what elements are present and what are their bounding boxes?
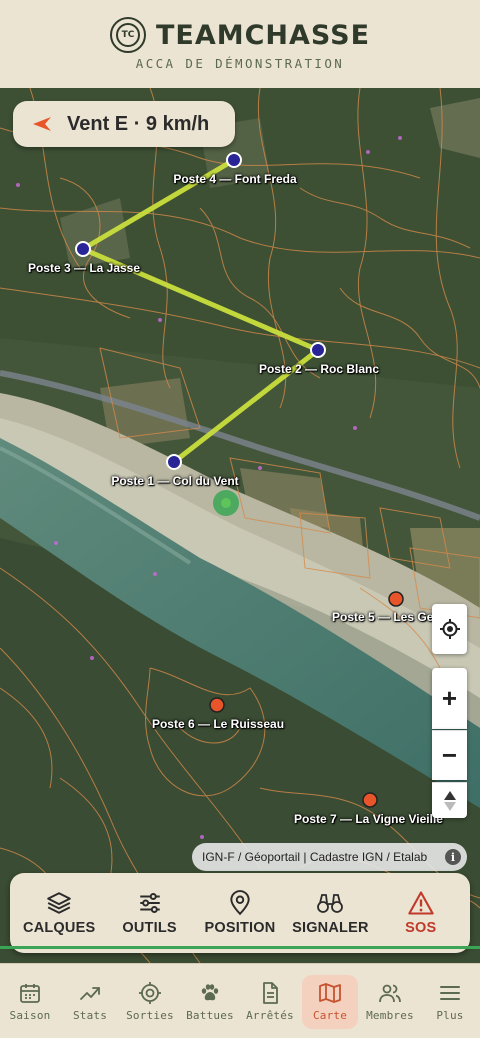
nav-label-carte: Carte — [312, 1008, 348, 1022]
poste-1-marker — [166, 454, 182, 470]
map-icon — [319, 982, 341, 1003]
outils-label: OUTILS — [122, 920, 177, 936]
poste-4-label[interactable]: Poste 4 — Font Freda — [173, 172, 296, 186]
divider-line — [0, 946, 480, 949]
nav-item-sorties[interactable]: Sorties — [120, 964, 180, 1038]
wind-text: Vent E · 9 km/h — [67, 112, 210, 135]
brand: TC TEAMCHASSE — [0, 16, 480, 54]
info-icon[interactable]: i — [445, 849, 461, 865]
nav-label-battues: Battues — [186, 1008, 234, 1022]
satellite-map — [0, 88, 480, 963]
poste-2-label[interactable]: Poste 2 — Roc Blanc — [259, 362, 379, 376]
wind-indicator: Vent E · 9 km/h — [13, 101, 235, 147]
nav-item-battues[interactable]: Battues — [180, 964, 240, 1038]
map-view[interactable]: Vent E · 9 km/h Poste 4 — Font Freda Pos… — [0, 88, 480, 963]
sos-label: SOS — [405, 920, 437, 936]
document-icon — [263, 981, 278, 1004]
poste-4-marker — [226, 152, 242, 168]
app-header: TC TEAMCHASSE ACCA DE DÉMONSTRATION — [0, 0, 480, 88]
poste-3-marker — [75, 241, 91, 257]
nav-label-plus: Plus — [436, 1008, 464, 1022]
poste-1-label[interactable]: Poste 1 — Col du Vent — [111, 474, 238, 488]
sliders-icon — [139, 893, 160, 913]
logo: TC — [109, 17, 146, 53]
calendar-icon — [20, 983, 40, 1003]
paw-icon — [201, 983, 219, 1000]
compass-button[interactable] — [432, 782, 467, 818]
poste-2-marker — [310, 342, 326, 358]
map-attribution: IGN-F / Géoportail | Cadastre IGN / Etal… — [192, 843, 467, 871]
sos-button[interactable]: SOS — [376, 890, 466, 936]
calques-label: CALQUES — [23, 920, 96, 936]
nav-label-stats: Stats — [72, 1008, 108, 1022]
calques-button[interactable]: CALQUES — [14, 890, 104, 936]
compass-icon — [443, 790, 456, 811]
crosshair-icon — [439, 619, 460, 639]
poste-6-marker — [209, 697, 225, 713]
nav-label-arretes: Arrêtés — [246, 1008, 294, 1022]
position-button[interactable]: POSITION — [195, 890, 285, 936]
outils-button[interactable]: OUTILS — [105, 890, 195, 936]
poste-6-label[interactable]: Poste 6 — Le Ruisseau — [152, 717, 284, 731]
nav-item-arretes[interactable]: Arrêtés — [240, 964, 300, 1038]
wind-arrow-icon — [33, 117, 51, 131]
logo-text: TC — [115, 23, 140, 47]
app-subtitle: ACCA DE DÉMONSTRATION — [135, 56, 345, 71]
zoom-in-button[interactable]: + — [432, 668, 467, 729]
poste-5-marker — [388, 591, 404, 607]
nav-label-saison: Saison — [9, 1008, 51, 1022]
bottom-nav: Saison Stats Sorties Battues Arrêtés Car… — [0, 963, 480, 1038]
target-icon — [139, 981, 161, 1004]
nav-item-plus[interactable]: Plus — [420, 964, 480, 1038]
nav-item-saison[interactable]: Saison — [0, 964, 60, 1038]
locate-button[interactable] — [432, 604, 467, 654]
users-icon — [379, 984, 401, 1002]
signaler-button[interactable]: SIGNALER — [285, 890, 375, 936]
nav-label-sorties: Sorties — [126, 1008, 174, 1022]
signaler-label: SIGNALER — [292, 920, 369, 936]
poste-3-label[interactable]: Poste 3 — La Jasse — [28, 261, 140, 275]
nav-item-carte[interactable]: Carte — [300, 964, 360, 1038]
poste-7-marker — [362, 792, 378, 808]
binoculars-icon — [317, 894, 344, 913]
attribution-text: IGN-F / Géoportail | Cadastre IGN / Etal… — [202, 850, 428, 864]
menu-icon — [440, 985, 460, 1000]
layers-icon — [47, 892, 71, 914]
nav-item-stats[interactable]: Stats — [60, 964, 120, 1038]
app-title: TEAMCHASSE — [155, 19, 371, 51]
map-toolbar: CALQUES OUTILS POSITION SIGNALER SOS — [10, 873, 470, 953]
nav-item-membres[interactable]: Membres — [360, 964, 420, 1038]
map-pin-icon — [230, 890, 250, 916]
poste-5-label[interactable]: Poste 5 — Les Ge — [332, 610, 433, 624]
position-label: POSITION — [204, 920, 276, 936]
warning-icon — [408, 891, 434, 915]
nav-label-membres: Membres — [366, 1008, 414, 1022]
poste-7-label[interactable]: Poste 7 — La Vigne Vieille — [294, 812, 443, 826]
trending-up-icon — [80, 986, 100, 1000]
zoom-out-button[interactable]: − — [432, 730, 467, 780]
